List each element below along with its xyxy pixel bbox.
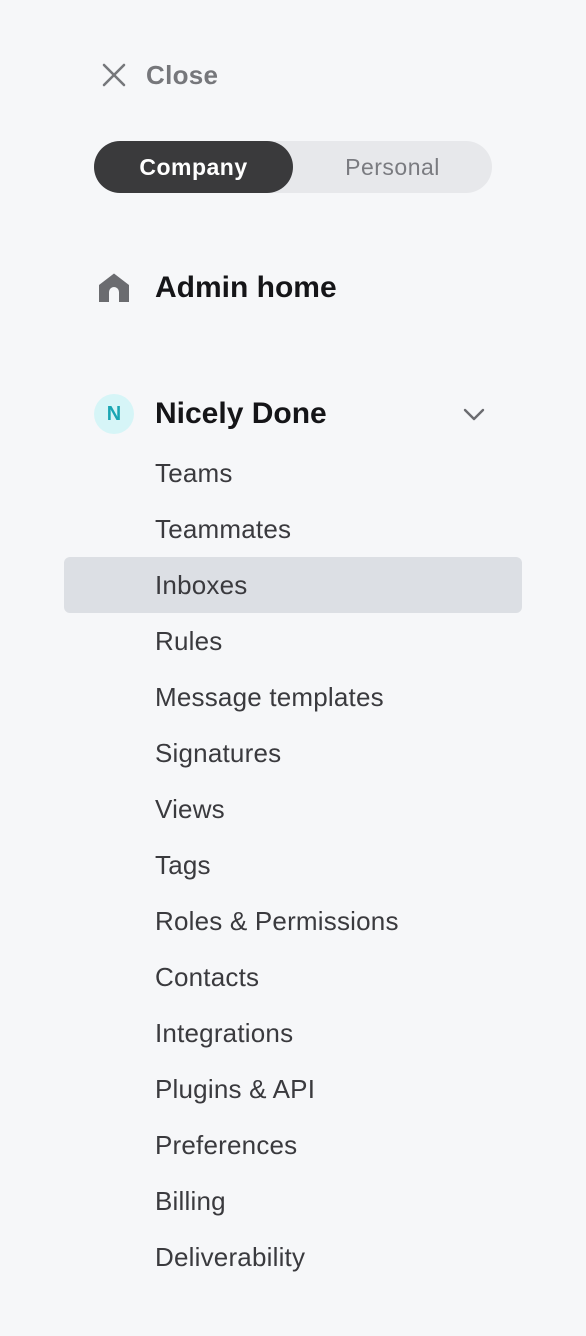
admin-home-label: Admin home [155,271,337,304]
menu-item-billing[interactable]: Billing [64,1173,522,1229]
close-icon [100,61,128,89]
menu-item-views[interactable]: Views [64,781,522,837]
menu-item-inboxes[interactable]: Inboxes [64,557,522,613]
admin-home-link[interactable]: Admin home [96,266,337,310]
menu-item-tags[interactable]: Tags [64,837,522,893]
menu-item-signatures[interactable]: Signatures [64,725,522,781]
menu-item-preferences[interactable]: Preferences [64,1117,522,1173]
chevron-down-icon[interactable] [460,400,488,428]
toggle-company[interactable]: Company [94,141,293,193]
menu-item-teams[interactable]: Teams [64,445,522,501]
scope-toggle: Company Personal [94,141,492,193]
menu-item-deliverability[interactable]: Deliverability [64,1229,522,1285]
organization-avatar: N [94,394,134,434]
organization-name: Nicely Done [155,397,327,430]
menu-item-integrations[interactable]: Integrations [64,1005,522,1061]
admin-menu: Teams Teammates Inboxes Rules Message te… [64,445,522,1285]
menu-item-contacts[interactable]: Contacts [64,949,522,1005]
menu-item-rules[interactable]: Rules [64,613,522,669]
close-button[interactable]: Close [100,58,218,92]
menu-item-roles-permissions[interactable]: Roles & Permissions [64,893,522,949]
close-label: Close [146,59,219,90]
menu-item-message-templates[interactable]: Message templates [64,669,522,725]
organization-header[interactable]: N Nicely Done [94,393,494,435]
toggle-personal[interactable]: Personal [293,141,492,193]
menu-item-plugins-api[interactable]: Plugins & API [64,1061,522,1117]
menu-item-teammates[interactable]: Teammates [64,501,522,557]
home-icon [96,270,132,306]
